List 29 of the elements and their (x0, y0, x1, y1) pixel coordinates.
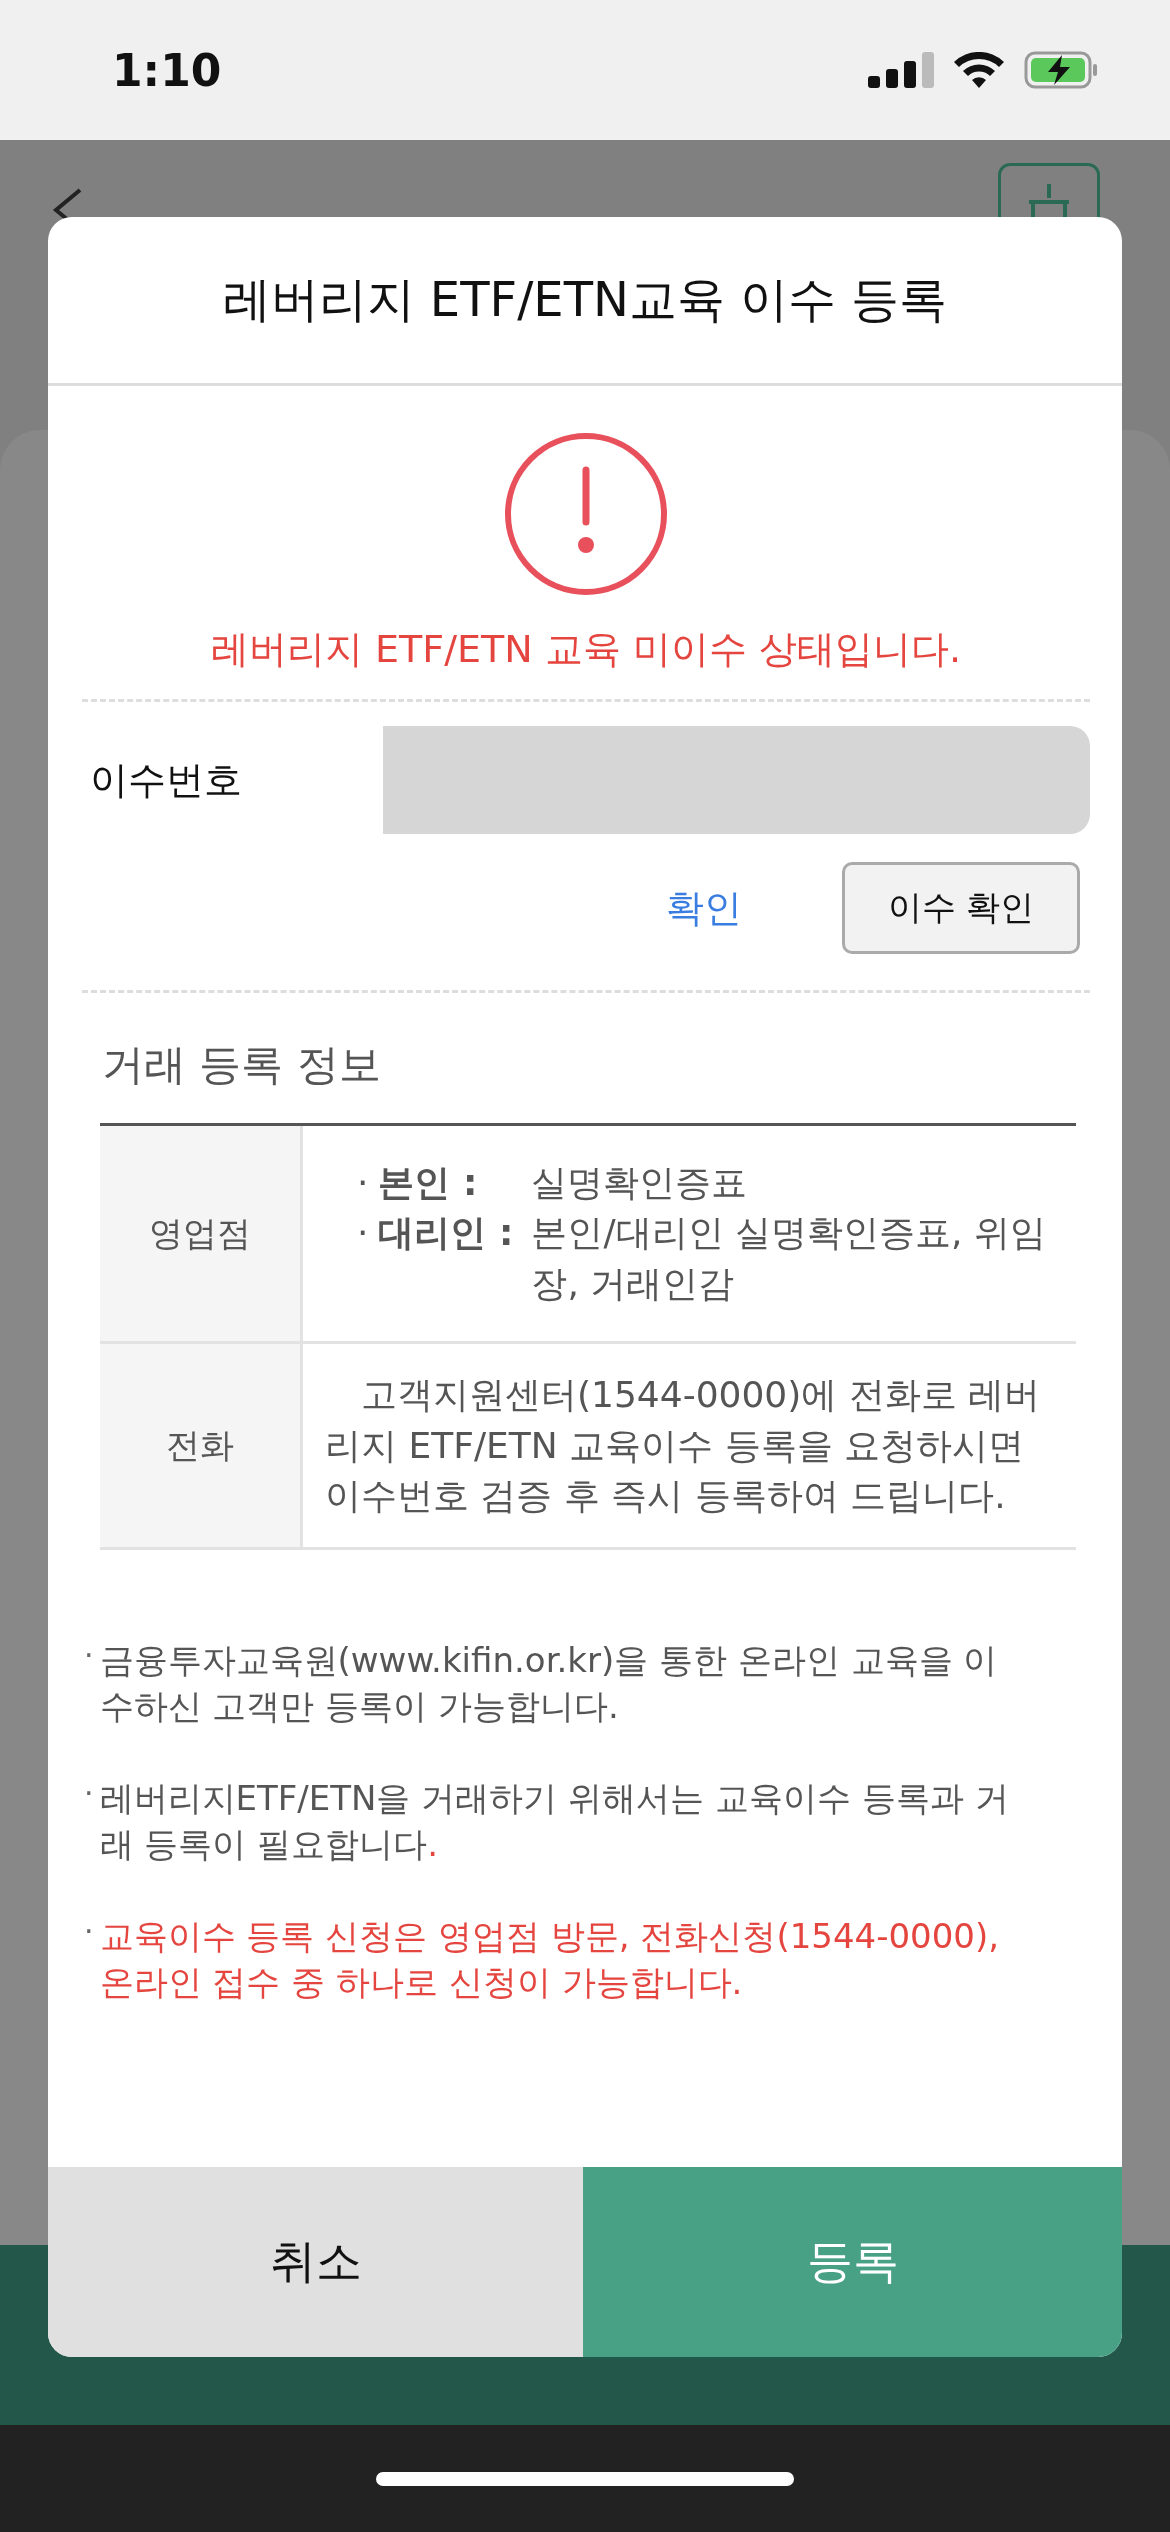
note-text: 금융투자교육원(www.kifin.or.kr)을 통한 온라인 교육을 이수하신 고객만 등록이 가능합니다. (99, 1639, 999, 1729)
bullet-mark: · (357, 1161, 369, 1205)
table-header-cell: 전화 (100, 1344, 303, 1548)
term-label: 대리인 : (378, 1211, 515, 1256)
bullet-mark: · (84, 1776, 94, 1814)
signal-icon (868, 52, 934, 88)
field-label: 이수번호 (90, 756, 243, 804)
bullet-mark: · (84, 1913, 94, 1951)
term-value: 본인/대리인 실명확인증표, 위임장, 거래인감 (531, 1211, 1047, 1306)
check-button[interactable]: 이수 확인 (842, 862, 1080, 954)
battery-charging-icon (1024, 51, 1098, 89)
section-title: 거래 등록 정보 (102, 1039, 382, 1091)
basket-icon (1027, 184, 1071, 218)
table-header-cell: 영업점 (100, 1126, 303, 1342)
alert-message: 레버리지 ETF/ETN 교육 미이수 상태입니다. (211, 626, 961, 673)
number-field[interactable] (383, 726, 1090, 834)
term-label: 본인 : (378, 1161, 479, 1205)
bullet-mark: · (84, 1638, 94, 1676)
warning-icon (504, 432, 668, 596)
confirm-link[interactable]: 확인 (666, 882, 742, 934)
bullet-mark: · (357, 1211, 369, 1256)
table-text: 고객지원센터(1544-0000)에 전화로 레버리지 ETF/ETN 교육이수 등록을 요청하시면 이수번호 검증 후 즉시 등록하여 드립니다. (325, 1373, 1042, 1518)
status-time: 1:10 (112, 44, 222, 96)
wifi-icon (954, 52, 1004, 88)
term-value: 실명확인증표 (531, 1161, 749, 1205)
cancel-button[interactable]: 취소 (48, 2167, 583, 2357)
dialog-title: 레버리지 ETF/ETN교육 이수 등록 (48, 217, 1122, 386)
note-text: 교육이수 등록 신청은 영업점 방문, 전화신청(1544-0000), 온라인 접수 중 하나로 신청이 가능합니다. (99, 1914, 1001, 2004)
note-text: 레버리지ETF/ETN을 거래하기 위해서는 교육이수 등록과 거래 등록이 필요합니다. (99, 1777, 1010, 1866)
